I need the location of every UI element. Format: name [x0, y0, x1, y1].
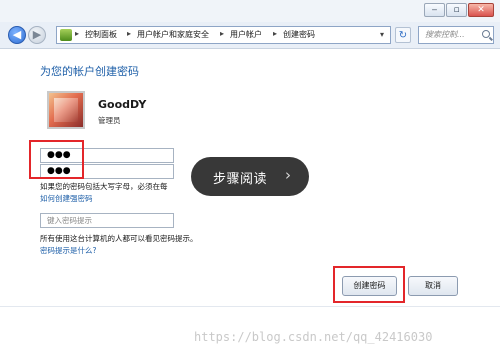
breadcrumb-separator: ▸: [220, 29, 225, 38]
control-panel-window: ‒ ▫ ✕ ◀ ▶ ▸ 控制面板 ▸ 用户帐户和家庭安全 ▸ 用户帐户 ▸ 创建…: [0, 0, 500, 355]
forward-button[interactable]: ▶: [28, 26, 46, 44]
navigation-bar: ◀ ▶ ▸ 控制面板 ▸ 用户帐户和家庭安全 ▸ 用户帐户 ▸ 创建密码 ▾ ↻…: [0, 22, 500, 49]
footer-divider: [0, 306, 500, 307]
breadcrumb-user-accounts[interactable]: 用户帐户: [230, 29, 262, 40]
button-highlight-box: [333, 266, 405, 303]
back-button[interactable]: ◀: [8, 26, 26, 44]
address-bar[interactable]: ▸ 控制面板 ▸ 用户帐户和家庭安全 ▸ 用户帐户 ▸ 创建密码 ▾: [56, 26, 391, 44]
breadcrumb-user-accounts-family[interactable]: 用户帐户和家庭安全: [137, 29, 209, 40]
step-reading-overlay[interactable]: 步骤阅读 ›: [191, 157, 309, 196]
title-bar: ‒ ▫ ✕: [0, 0, 500, 22]
password-hint-field[interactable]: 键入密码提示: [40, 213, 174, 228]
hint-visibility-note: 所有使用这台计算机的人都可以看见密码提示。: [40, 234, 198, 243]
strong-password-link[interactable]: 如何创建强密码: [40, 193, 93, 204]
breadcrumb-control-panel[interactable]: 控制面板: [85, 29, 117, 40]
minimize-button[interactable]: ‒: [424, 3, 445, 17]
page-title: 为您的帐户创建密码: [40, 65, 139, 78]
search-placeholder: 搜索控制...: [425, 30, 465, 39]
refresh-button[interactable]: ↻: [395, 27, 411, 43]
what-is-hint-link[interactable]: 密码提示是什么?: [40, 245, 96, 256]
maximize-button[interactable]: ▫: [446, 3, 467, 17]
search-input[interactable]: 搜索控制...: [418, 26, 494, 44]
step-reading-label: 步骤阅读: [213, 172, 268, 187]
blog-watermark: https://blog.csdn.net/qq_42416030: [194, 330, 433, 344]
breadcrumb-separator: ▸: [75, 29, 80, 38]
search-icon[interactable]: [482, 30, 490, 38]
breadcrumb-separator: ▸: [273, 29, 278, 38]
user-avatar: [47, 91, 85, 129]
chevron-right-icon: ›: [285, 166, 291, 184]
close-button[interactable]: ✕: [468, 3, 494, 17]
user-name: GoodDY: [98, 98, 147, 111]
breadcrumb-separator: ▸: [127, 29, 132, 38]
breadcrumb-create-password[interactable]: 创建密码: [283, 29, 315, 40]
control-panel-icon: [60, 29, 72, 41]
chevron-down-icon[interactable]: ▾: [376, 28, 388, 42]
case-sensitivity-note: 如果您的密码包括大写字母，必须在每: [40, 182, 168, 191]
cancel-button[interactable]: 取消: [408, 276, 458, 296]
user-role: 管理员: [98, 116, 121, 125]
password-highlight-box: [29, 140, 84, 179]
